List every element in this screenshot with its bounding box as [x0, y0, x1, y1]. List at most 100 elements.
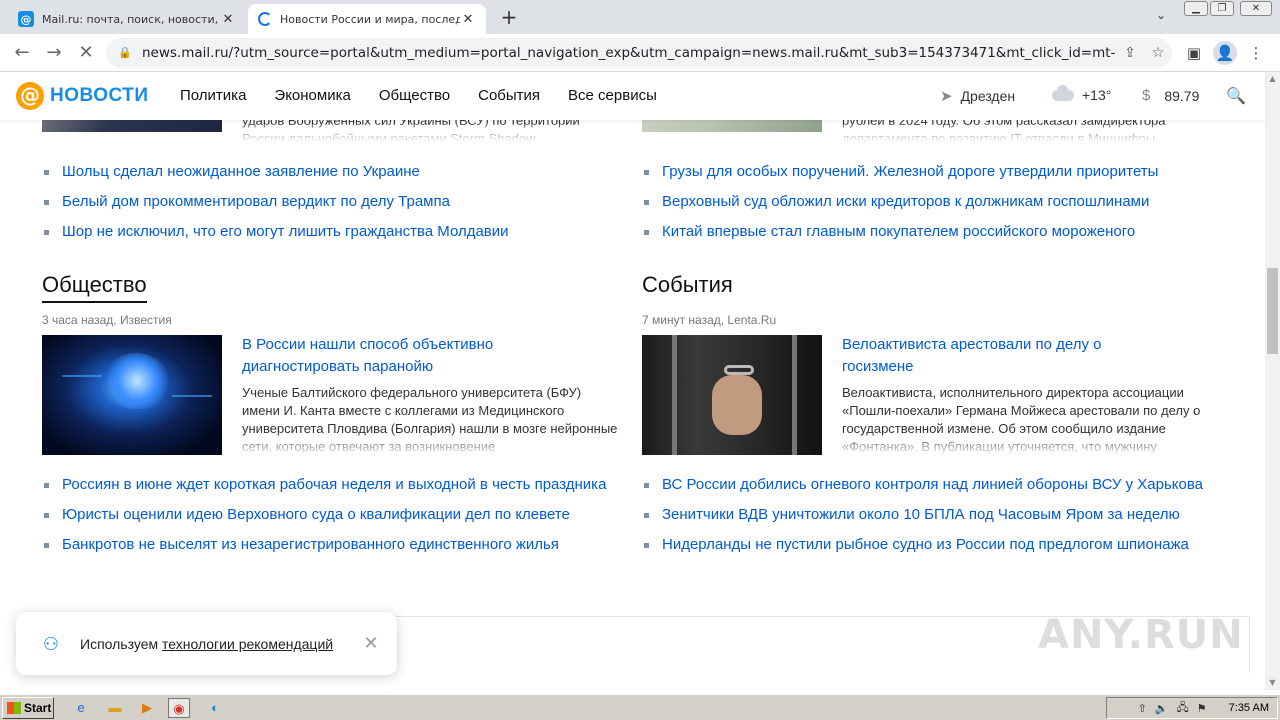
browser-toolbar: ← → ✕ 🔒 news.mail.ru/?utm_source=portal&… [0, 34, 1280, 72]
weather-widget[interactable]: +13° [1052, 84, 1112, 103]
toast-prefix: Используем [80, 635, 162, 652]
dollar-icon: $ [1142, 87, 1151, 104]
news-list-events: ВС России добились огневого контроля над… [642, 470, 1222, 560]
kebab-menu-icon[interactable]: ⋮ [1244, 41, 1268, 65]
windows-taskbar: Start e ▬ ▶ ◉ ◐ ⇧ 🔈 🖧 ⚑ 7:35 AM [0, 694, 1280, 720]
close-toast-icon[interactable]: ✕ [361, 633, 381, 654]
nav-society[interactable]: Общество [379, 87, 450, 104]
tab-news[interactable]: Новости России и мира, последние ✕ [248, 4, 486, 34]
recommendation-tech-link[interactable]: технологии рекомендаций [162, 636, 333, 652]
chrome-icon[interactable]: ◉ [168, 698, 190, 718]
news-logo[interactable]: @ НОВОСТИ [16, 82, 149, 110]
scroll-down-arrow-icon[interactable]: ▼ [1265, 676, 1280, 690]
edge-icon[interactable]: ◐ [204, 698, 226, 718]
nav-politics[interactable]: Политика [180, 87, 246, 104]
sidebar-toggle-icon[interactable]: ▣ [1182, 41, 1206, 65]
page-content: ударов Вооруженных сил Украины (ВСУ) по … [0, 72, 1265, 673]
new-tab-button[interactable]: + [496, 6, 522, 30]
article-meta: 7 минут назад, Lenta.Ru [642, 313, 777, 327]
close-tab-icon[interactable]: ✕ [460, 12, 476, 27]
recommendation-toast: ⚇ Используем технологии рекомендаций ✕ [16, 612, 397, 675]
bookmark-star-icon[interactable]: ☆ [1144, 45, 1172, 61]
article-snippet: Велоактивиста, исполнительного директора… [842, 384, 1220, 456]
news-link[interactable]: ВС России добились огневого контроля над… [642, 470, 1222, 500]
scrollbar-thumb[interactable] [1267, 268, 1278, 354]
news-link[interactable]: Нидерланды не пустили рыбное судно из Ро… [642, 530, 1222, 560]
mail-favicon-icon: @ [18, 11, 34, 27]
city-name: Дрезден [960, 88, 1016, 104]
location-widget[interactable]: ➤ Дрезден [940, 87, 1015, 105]
article-meta: 3 часа назад, Известия [42, 313, 172, 327]
nav-events[interactable]: События [478, 87, 540, 104]
section-title-events[interactable]: События [642, 272, 733, 301]
network-icon[interactable]: 🖧 [1177, 699, 1189, 718]
tab-search-chevron-icon[interactable]: ⌄ [1152, 8, 1170, 26]
volume-icon[interactable]: 🔈 [1155, 702, 1169, 715]
logo-wordmark: НОВОСТИ [50, 85, 149, 106]
nav-all-services[interactable]: Все сервисы [568, 87, 657, 104]
maximize-button[interactable]: ❐ [1210, 1, 1234, 16]
news-list-politics: Шольц сделал неожиданное заявление по Ук… [42, 157, 622, 247]
news-link[interactable]: Шольц сделал неожиданное заявление по Ук… [42, 157, 622, 187]
mail-at-logo-icon: @ [16, 82, 44, 110]
news-link[interactable]: Зенитчики ВДВ уничтожили около 10 БПЛА п… [642, 500, 1222, 530]
news-list-society: Россиян в июне ждет короткая рабочая нед… [42, 470, 622, 560]
tab-mail[interactable]: @ Mail.ru: почта, поиск, новости, пр ✕ [8, 4, 246, 34]
tab-title: Новости России и мира, последние [280, 12, 460, 26]
windows-flag-icon [7, 702, 21, 714]
profile-avatar-icon[interactable]: 👤 [1213, 41, 1237, 65]
flag-icon[interactable]: ⚑ [1197, 702, 1207, 715]
clock: 7:35 AM [1228, 702, 1269, 714]
currency-rate: 89.79 [1164, 87, 1200, 104]
temperature: +13° [1082, 87, 1112, 103]
media-player-icon[interactable]: ▶ [136, 698, 158, 718]
lock-icon[interactable]: 🔒 [118, 46, 132, 60]
watermark-logo: ANY.RUN [1038, 612, 1244, 658]
site-header: @ НОВОСТИ Политика Экономика Общество Со… [0, 72, 1265, 120]
system-tray: ⇧ 🔈 🖧 ⚑ 7:35 AM [1106, 697, 1278, 719]
search-icon[interactable]: 🔍 [1226, 86, 1246, 106]
vertical-scrollbar[interactable]: ▲ ▼ [1265, 72, 1280, 690]
news-link[interactable]: Юристы оценили идею Верховного суда о кв… [42, 500, 622, 530]
location-arrow-icon: ➤ [940, 88, 953, 105]
nav-economy[interactable]: Экономика [274, 87, 350, 104]
tray-arrow-icon[interactable]: ⇧ [1138, 702, 1147, 715]
news-link[interactable]: Грузы для особых поручений. Железной дор… [642, 157, 1222, 187]
stop-loading-icon[interactable]: ✕ [74, 41, 98, 65]
scroll-up-arrow-icon[interactable]: ▲ [1265, 72, 1280, 86]
main-navigation: Политика Экономика Общество События Все … [180, 87, 657, 104]
news-list-economy: Грузы для особых поручений. Железной дор… [642, 157, 1222, 247]
article-thumbnail[interactable] [42, 335, 222, 455]
share-icon[interactable]: ⇪ [1116, 45, 1144, 61]
cloud-icon [1052, 84, 1074, 101]
start-button[interactable]: Start [2, 697, 54, 719]
loading-spinner-icon [258, 12, 272, 26]
news-link[interactable]: Китай впервые стал главным покупателем р… [642, 217, 1222, 247]
forward-arrow-icon[interactable]: → [42, 41, 66, 65]
tab-title: Mail.ru: почта, поиск, новости, пр [42, 12, 220, 26]
close-window-button[interactable]: ✕ [1240, 1, 1272, 16]
section-title-society[interactable]: Общество [42, 272, 147, 303]
back-arrow-icon[interactable]: ← [10, 41, 34, 65]
divider [1249, 616, 1250, 673]
news-link[interactable]: Шор не исключил, что его могут лишить гр… [42, 217, 622, 247]
news-link[interactable]: Россиян в июне ждет короткая рабочая нед… [42, 470, 622, 500]
toast-text: Используем технологии рекомендаций [80, 636, 361, 652]
news-link[interactable]: Верховный суд обложил иски кредиторов к … [642, 187, 1222, 217]
recommendation-network-icon: ⚇ [42, 633, 60, 654]
address-bar[interactable]: 🔒 news.mail.ru/?utm_source=portal&utm_me… [106, 38, 1172, 68]
currency-widget[interactable]: $ 89.79 [1142, 87, 1199, 104]
minimize-button[interactable]: ▁ [1184, 1, 1208, 16]
start-label: Start [24, 701, 52, 715]
article-snippet: Ученые Балтийского федерального универси… [242, 384, 620, 456]
tab-strip: @ Mail.ru: почта, поиск, новости, пр ✕ Н… [0, 0, 1280, 34]
article-headline[interactable]: В России нашли способ объективно диагнос… [242, 334, 572, 378]
folder-icon[interactable]: ▬ [104, 698, 126, 718]
url-text[interactable]: news.mail.ru/?utm_source=portal&utm_medi… [142, 45, 1116, 61]
article-thumbnail[interactable] [642, 335, 822, 455]
close-tab-icon[interactable]: ✕ [220, 12, 236, 27]
internet-explorer-icon[interactable]: e [70, 698, 92, 718]
article-headline[interactable]: Велоактивиста арестовали по делу о госиз… [842, 334, 1172, 378]
news-link[interactable]: Банкротов не выселят из незарегистрирова… [42, 530, 622, 560]
news-link[interactable]: Белый дом прокомментировал вердикт по де… [42, 187, 622, 217]
